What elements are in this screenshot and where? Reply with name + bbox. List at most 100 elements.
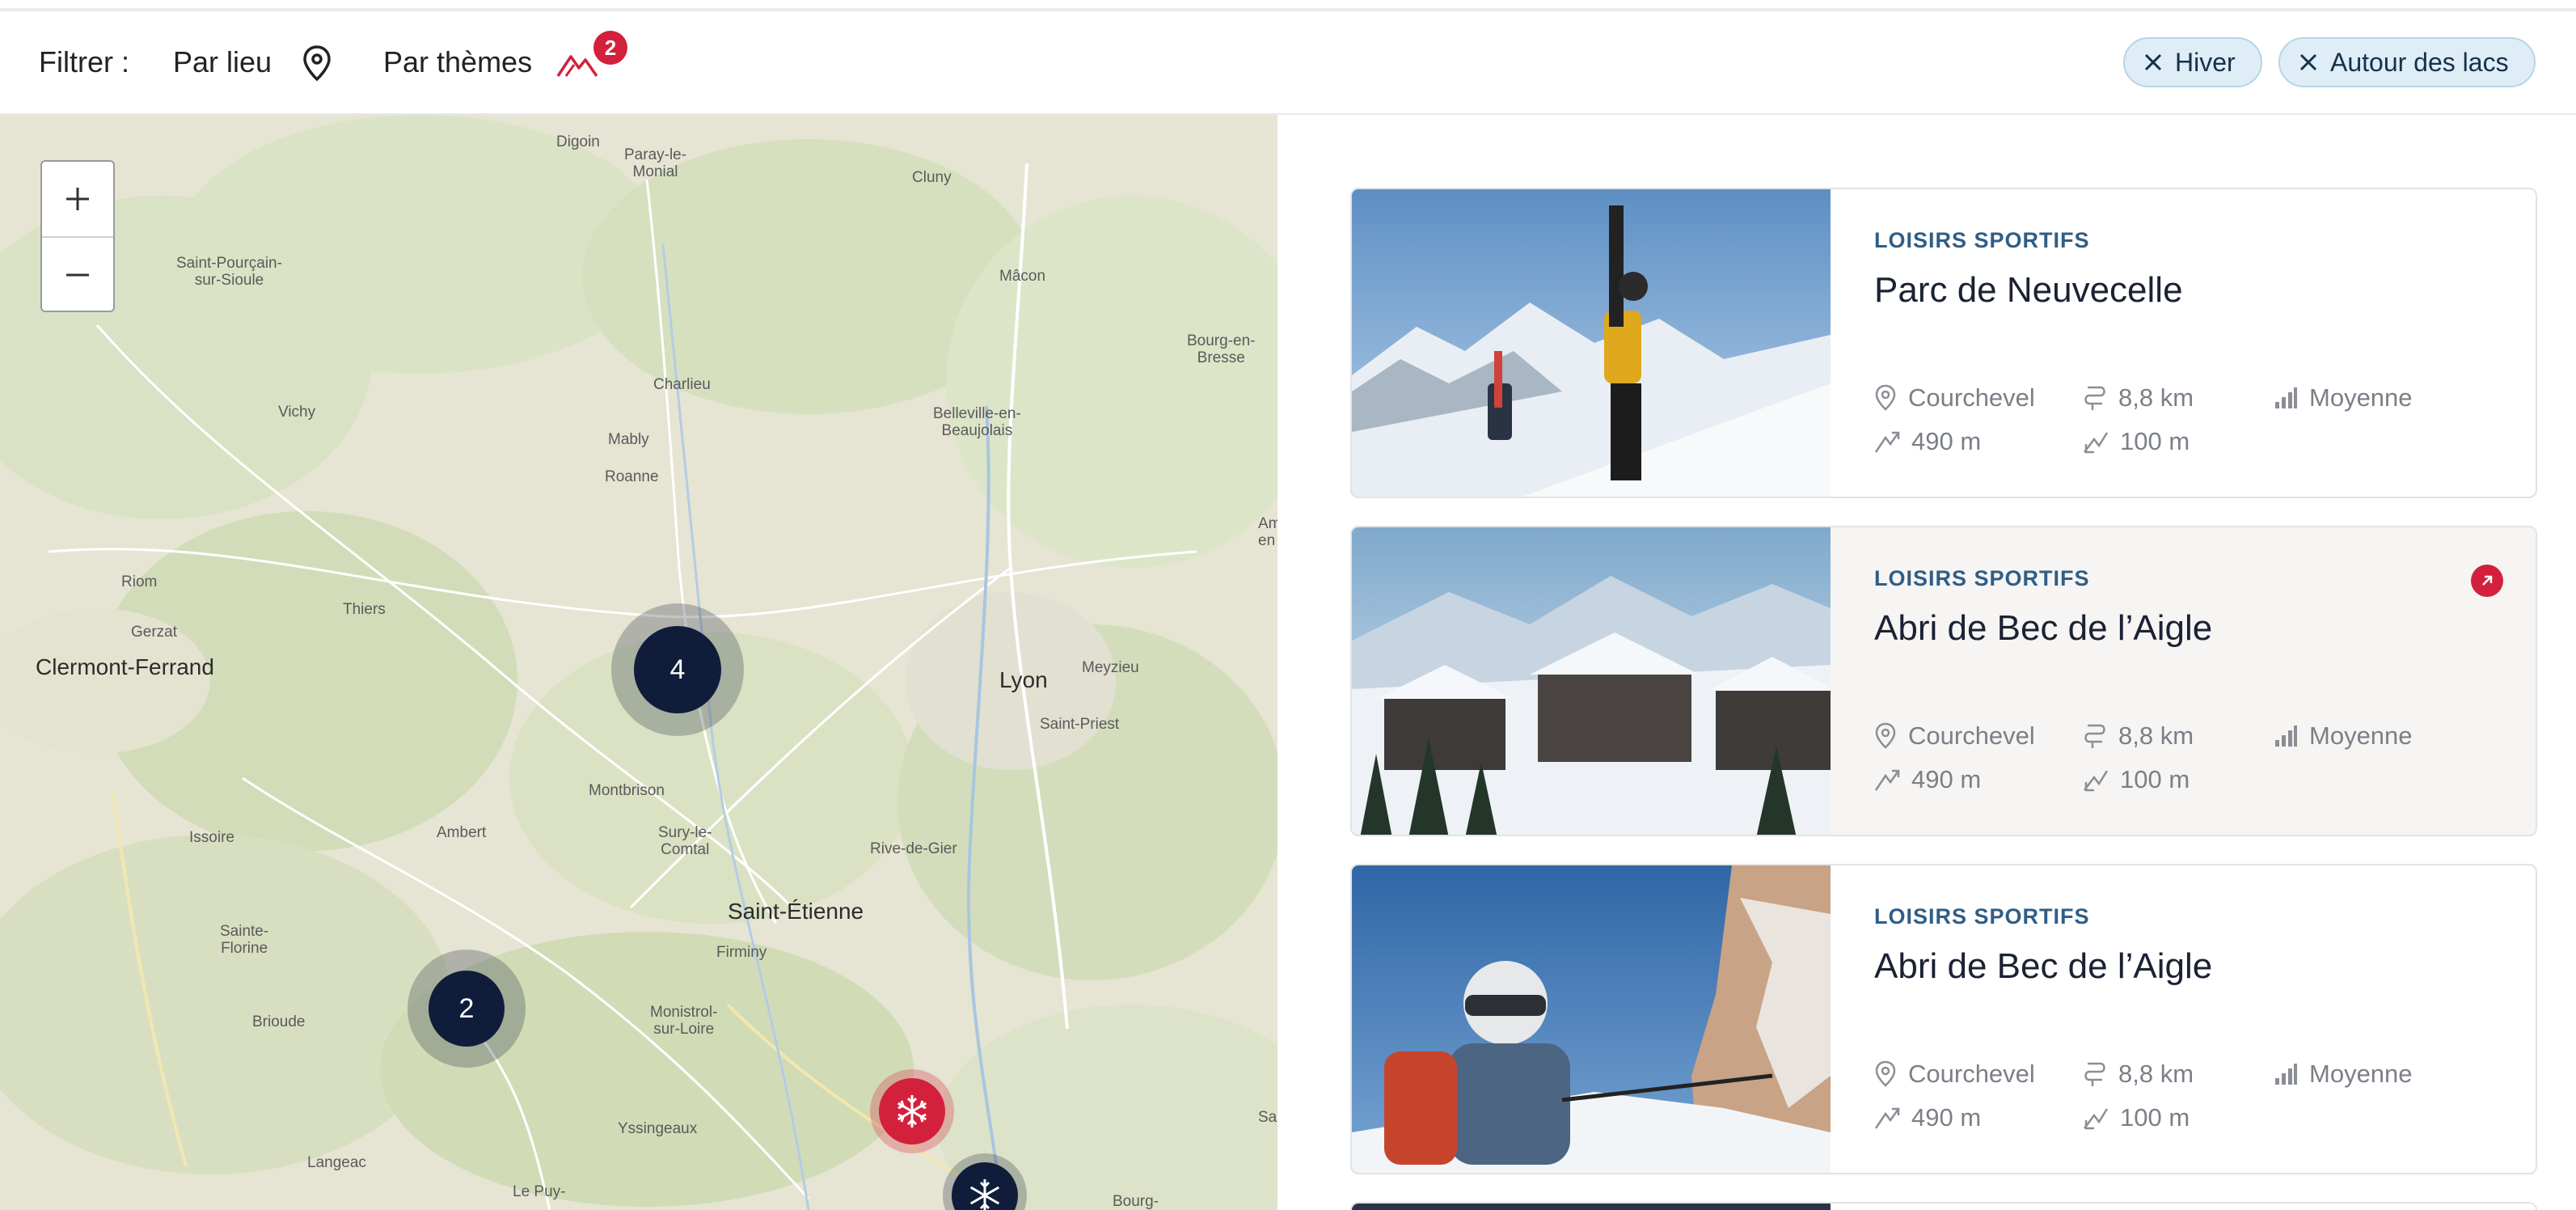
map-label: Bourg- <box>1113 1193 1159 1210</box>
map-label: Saint-Pourçain- sur-Sioule <box>176 255 282 289</box>
card-photo-skier <box>1352 865 1831 1173</box>
chip-label: Autour des lacs <box>2330 47 2509 77</box>
card-title[interactable]: Abri de Bec de l’Aigle <box>1874 608 2212 649</box>
map-label: Monistrol- sur-Loire <box>650 1004 718 1038</box>
descent-text: 100 m <box>2120 765 2190 793</box>
arrow-up-right-icon <box>2482 575 2493 586</box>
map-label: Riom <box>121 573 158 590</box>
map-cluster[interactable]: 4 <box>611 603 744 736</box>
chip-autour-des-lacs[interactable]: Autour des lacs <box>2278 37 2536 87</box>
cluster-count: 4 <box>634 626 721 713</box>
ascent-icon <box>1874 431 1900 453</box>
card-ascent: 490 m <box>1874 765 1981 794</box>
card-ascent: 490 m <box>1874 427 1981 456</box>
ascent-text: 490 m <box>1911 427 1982 455</box>
map-label: Langeac <box>307 1154 366 1171</box>
card-location: Courchevel <box>1874 383 2035 412</box>
map-label: Roanne <box>605 468 659 485</box>
difficulty-text: Moyenne <box>2309 1060 2413 1088</box>
map-pin-icon <box>1875 1060 1896 1087</box>
map-label: Gerzat <box>131 624 178 641</box>
map-label: Ambert <box>437 824 487 841</box>
card-descent: 100 m <box>2083 765 2190 794</box>
cluster-count: 2 <box>429 971 505 1047</box>
descent-icon <box>2084 432 2109 454</box>
card-category: LOISIRS SPORTIFS <box>1874 904 2090 929</box>
ascent-text: 490 m <box>1911 765 1982 793</box>
map-label: Mably <box>608 431 649 448</box>
map-label: Thiers <box>343 601 386 618</box>
zoom-in-button[interactable] <box>42 162 113 236</box>
card-difficulty: Moyenne <box>2274 721 2413 751</box>
map-label: Rive-de-Gier <box>870 840 957 857</box>
card-distance: 8,8 km <box>2083 1060 2194 1089</box>
card-distance: 8,8 km <box>2083 721 2194 751</box>
descent-text: 100 m <box>2120 427 2190 455</box>
map-cluster[interactable]: 2 <box>408 950 526 1068</box>
filter-label: Filtrer : <box>39 45 129 78</box>
descent-icon <box>2084 1108 2109 1130</box>
close-icon[interactable] <box>2143 52 2164 73</box>
external-link-button[interactable] <box>2471 565 2503 597</box>
map-label: Clermont-Ferrand <box>36 654 214 679</box>
card-ascent: 490 m <box>1874 1103 1981 1132</box>
result-card[interactable]: LOISIRS SPORTIFS Abri de Bec de l’Aigle … <box>1350 864 2537 1174</box>
chip-hiver[interactable]: Hiver <box>2123 37 2262 87</box>
filter-bar: Filtrer : Par lieu Par thèmes 2 Hiver Au… <box>0 11 2576 115</box>
map-label: Mâcon <box>999 268 1046 285</box>
ascent-icon <box>1874 769 1900 791</box>
map-label: Montbrison <box>589 782 665 799</box>
card-category: LOISIRS SPORTIFS <box>1874 228 2090 252</box>
difficulty-text: Moyenne <box>2309 721 2413 750</box>
location-text: Courchevel <box>1908 1060 2035 1088</box>
map-label: Saint-Priest <box>1040 716 1120 733</box>
map-label: Digoin <box>556 133 600 150</box>
card-title[interactable]: Parc de Neuvecelle <box>1874 270 2183 311</box>
route-icon <box>2084 724 2105 748</box>
distance-text: 8,8 km <box>2118 721 2194 750</box>
result-card[interactable]: LOISIRS SPORTIFS Abri de Bec de l’Aigle … <box>1350 526 2537 836</box>
snowflake-icon <box>969 1179 1000 1210</box>
map-marker-active[interactable] <box>870 1069 954 1153</box>
map-label: Meyzieu <box>1082 659 1139 676</box>
result-card[interactable] <box>1350 1202 2537 1210</box>
map-label: Sury-le- Comtal <box>658 824 712 858</box>
map-label: Issoire <box>189 829 234 846</box>
marker-core <box>879 1078 945 1144</box>
route-icon <box>2084 1062 2105 1086</box>
map-label: Vichy <box>278 404 316 421</box>
location-text: Courchevel <box>1908 721 2035 750</box>
map-label: Sainte- Florine <box>220 923 269 957</box>
map-label: Saint-Étienne <box>728 899 864 924</box>
map-pin-icon[interactable] <box>301 44 333 82</box>
map-label: Bourg-en- Bresse <box>1187 332 1256 366</box>
signal-bars-icon <box>2275 1064 2297 1085</box>
distance-text: 8,8 km <box>2118 383 2194 412</box>
card-difficulty: Moyenne <box>2274 1060 2413 1089</box>
distance-text: 8,8 km <box>2118 1060 2194 1088</box>
map-label: Lyon <box>999 667 1048 692</box>
map-pin-icon <box>1875 722 1896 749</box>
filter-by-theme-button[interactable]: Par thèmes <box>383 45 532 79</box>
card-title[interactable]: Abri de Bec de l’Aigle <box>1874 946 2212 987</box>
close-icon[interactable] <box>2298 52 2319 73</box>
map-label: Am en <box>1258 515 1277 549</box>
map-label: Belleville-en- Beaujolais <box>933 405 1021 439</box>
zoom-out-button[interactable] <box>42 238 113 312</box>
card-descent: 100 m <box>2083 1103 2190 1132</box>
theme-count-badge: 2 <box>593 31 627 65</box>
card-photo <box>1352 1204 1831 1210</box>
signal-bars-icon <box>2275 726 2297 747</box>
descent-text: 100 m <box>2120 1103 2190 1132</box>
minus-icon <box>66 273 89 277</box>
signal-bars-icon <box>2275 387 2297 408</box>
route-icon <box>2084 386 2105 410</box>
filter-by-place-button[interactable]: Par lieu <box>173 45 272 79</box>
map-label: Firminy <box>716 944 767 961</box>
map-view[interactable]: Digoin Paray-le- Monial Cluny Mâcon Bour… <box>0 115 1277 1210</box>
card-category: LOISIRS SPORTIFS <box>1874 566 2090 590</box>
result-card[interactable]: LOISIRS SPORTIFS Parc de Neuvecelle Cour… <box>1350 188 2537 498</box>
card-location: Courchevel <box>1874 721 2035 751</box>
map-label: Le Puy- <box>513 1183 566 1200</box>
map-label: Brioude <box>252 1013 306 1030</box>
